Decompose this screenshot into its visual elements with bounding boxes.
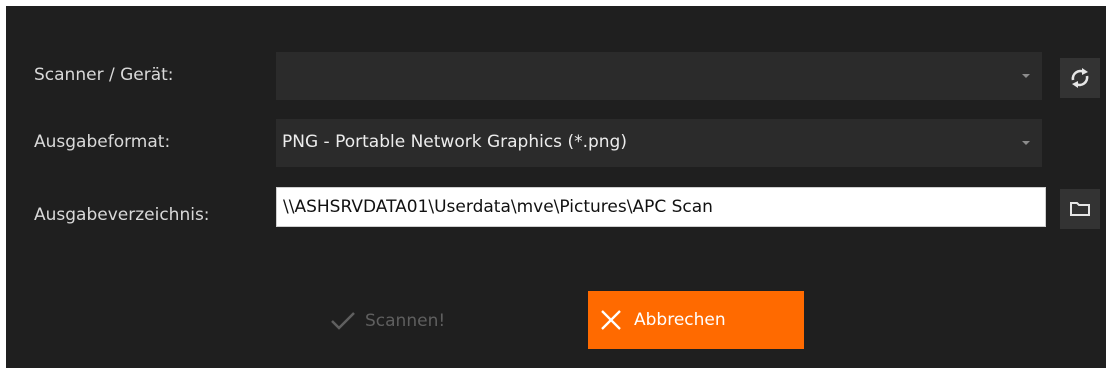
browse-folder-button[interactable] — [1060, 189, 1100, 229]
close-icon — [601, 310, 621, 330]
cancel-button-label: Abbrechen — [634, 310, 726, 330]
cancel-button[interactable]: Abbrechen — [588, 291, 804, 349]
scanner-label: Scanner / Gerät: — [34, 65, 174, 85]
format-label: Ausgabeformat: — [34, 132, 171, 152]
output-dir-input[interactable]: \\ASHSRVDATA01\Userdata\mve\Pictures\APC… — [276, 187, 1046, 227]
scan-button[interactable]: Scannen! — [329, 306, 469, 336]
scan-button-label: Scannen! — [365, 311, 446, 331]
checkmark-icon — [331, 312, 355, 330]
refresh-button[interactable] — [1060, 58, 1100, 98]
chevron-down-icon — [1022, 74, 1030, 78]
output-dir-label: Ausgabeverzeichnis: — [34, 205, 210, 225]
format-select[interactable]: PNG - Portable Network Graphics (*.png) — [276, 119, 1042, 167]
scanner-select[interactable] — [276, 52, 1042, 100]
folder-icon — [1070, 202, 1090, 216]
chevron-down-icon — [1022, 141, 1030, 145]
format-select-value: PNG - Portable Network Graphics (*.png) — [282, 132, 627, 152]
refresh-icon — [1071, 68, 1089, 88]
scan-dialog: Scanner / Gerät: Ausgabeformat: PNG - Po… — [6, 6, 1106, 368]
